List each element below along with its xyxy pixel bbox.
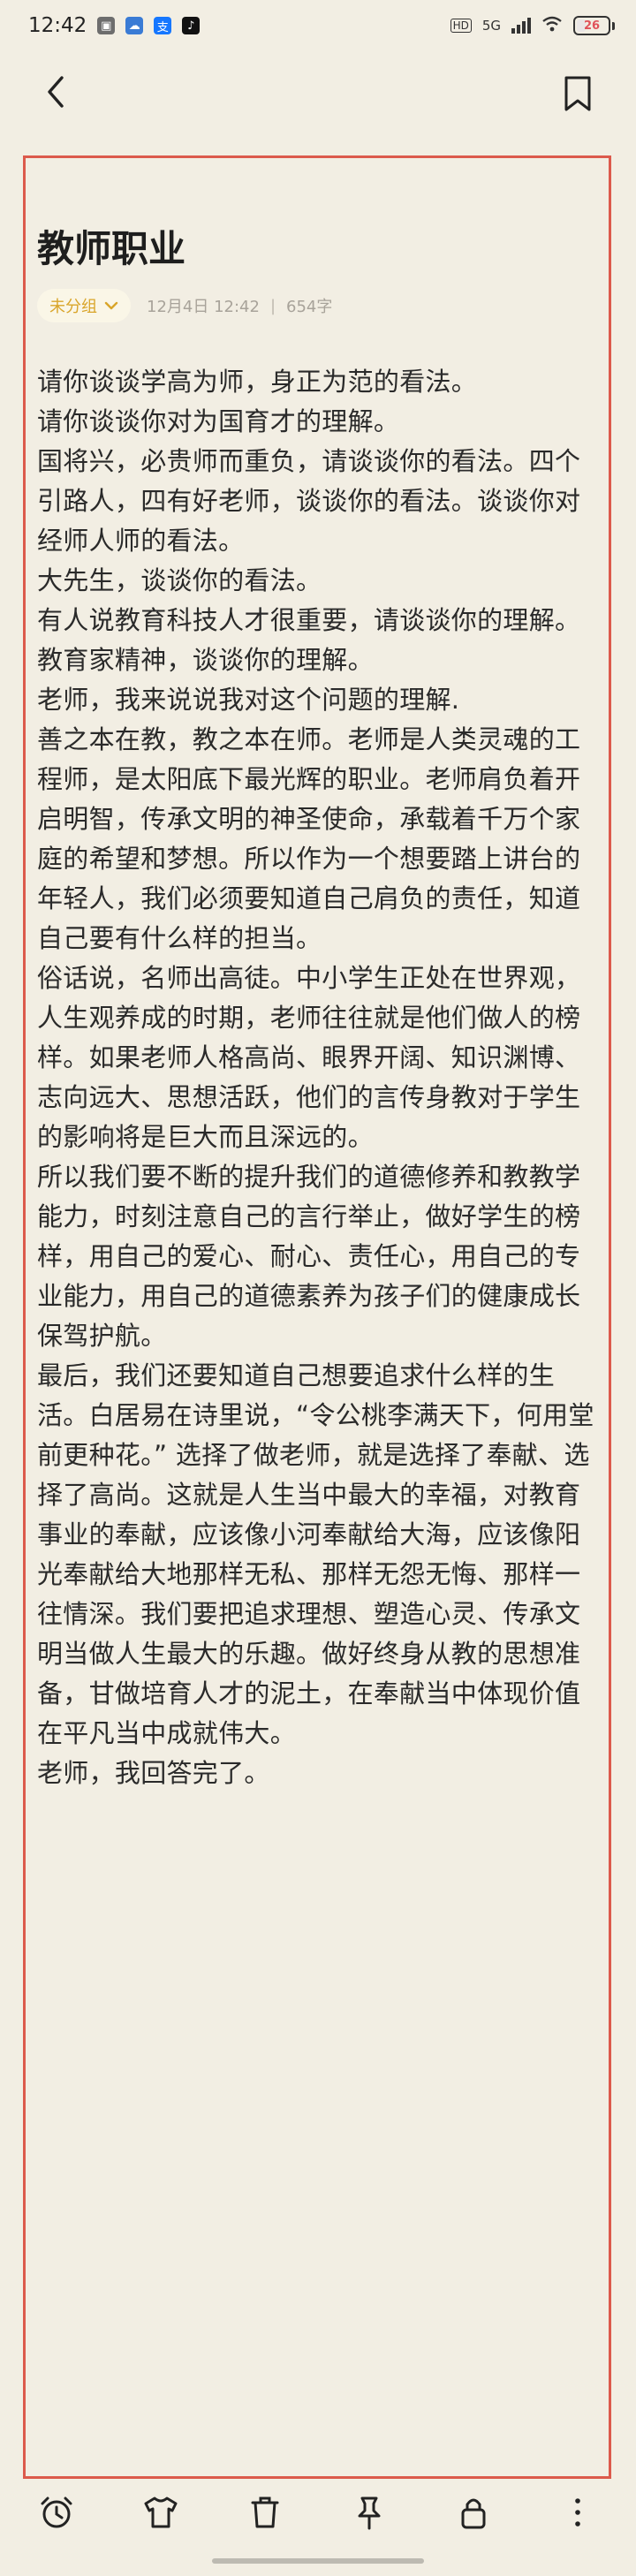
note-paragraph: 教育家精神，谈谈你的理解。 xyxy=(37,645,374,675)
bottom-toolbar xyxy=(0,2482,636,2558)
bookmark-icon xyxy=(564,76,591,111)
delete-button[interactable] xyxy=(244,2491,286,2534)
pin-icon xyxy=(358,2496,381,2530)
status-right: HD 5G 26 xyxy=(450,16,615,36)
note-meta: 未分组 12月4日 12:42 | 654字 xyxy=(37,288,332,323)
alarm-clock-icon xyxy=(41,2496,72,2528)
status-bar: 12:42 ▣ ☁ 支 ♪ HD 5G 26 xyxy=(0,0,636,51)
weather-icon: ☁ xyxy=(125,17,144,34)
theme-button[interactable] xyxy=(140,2491,182,2534)
note-paragraph: 善之本在教，教之本在师。老师是人类灵魂的工程师，是太阳底下最光辉的职业。老师肩负… xyxy=(37,724,581,953)
note-paragraph: 请你谈谈学高为师，身正为范的看法。 xyxy=(37,367,478,397)
home-indicator[interactable] xyxy=(212,2558,424,2564)
reminder-button[interactable] xyxy=(35,2491,78,2534)
status-left: 12:42 ▣ ☁ 支 ♪ xyxy=(28,14,201,37)
notification-icon: ▣ xyxy=(97,17,116,34)
battery-tip xyxy=(612,21,615,30)
category-dropdown[interactable]: 未分组 xyxy=(37,289,131,322)
back-button[interactable] xyxy=(39,74,74,110)
note-paragraph: 有人说教育科技人才很重要，请谈谈你的理解。 xyxy=(37,605,581,635)
tshirt-icon xyxy=(144,2496,178,2528)
note-paragraph: 老师，我回答完了。 xyxy=(37,1758,270,1788)
signal-label: 5G xyxy=(481,18,501,34)
note-paragraph: 请你谈谈你对为国育才的理解。 xyxy=(37,406,400,436)
tiktok-icon: ♪ xyxy=(182,17,201,34)
battery-level: 26 xyxy=(583,19,601,33)
word-count: 654字 xyxy=(286,298,333,316)
nav-bar xyxy=(0,62,636,124)
trash-icon xyxy=(251,2496,279,2528)
more-button[interactable] xyxy=(556,2491,599,2534)
bookmark-button[interactable] xyxy=(560,74,595,113)
meta-separator: | xyxy=(269,296,276,315)
note-title[interactable]: 教师职业 xyxy=(37,224,186,274)
chevron-down-icon xyxy=(104,301,118,310)
note-paragraph: 老师，我来说说我对这个问题的理解. xyxy=(37,685,460,715)
battery-icon: 26 xyxy=(573,16,610,35)
status-time: 12:42 xyxy=(28,14,87,37)
note-paragraph: 国将兴，必贵师而重负，请谈谈你的看法。四个引路人，四有好老师，谈谈你的看法。谈谈… xyxy=(37,446,581,556)
note-paragraph: 所以我们要不断的提升我们的道德修养和教教学能力，时刻注意自己的言行举止，做好学生… xyxy=(37,1162,581,1351)
chevron-left-icon xyxy=(48,76,64,108)
lock-icon xyxy=(461,2498,486,2529)
note-date: 12月4日 12:42 xyxy=(147,298,260,316)
note-body[interactable]: 请你谈谈学高为师，身正为范的看法。 请你谈谈你对为国育才的理解。 国将兴，必贵师… xyxy=(37,362,599,1793)
note-paragraph: 大先生，谈谈你的看法。 xyxy=(37,565,322,595)
more-icon xyxy=(575,2498,580,2527)
alipay-icon: 支 xyxy=(154,17,172,34)
note-paragraph: 俗话说，名师出高徒。中小学生正处在世界观，人生观养成的时期，老师往往就是他们做人… xyxy=(37,963,581,1152)
network-badge: HD xyxy=(450,19,472,33)
pin-button[interactable] xyxy=(348,2491,390,2534)
lock-button[interactable] xyxy=(452,2491,495,2534)
wifi-icon xyxy=(541,16,563,36)
note-paragraph: 最后，我们还要知道自己想要追求什么样的生活。白居易在诗里说，“令公桃李满天下，何… xyxy=(37,1360,594,1748)
signal-icon xyxy=(511,18,531,34)
category-label: 未分组 xyxy=(49,298,97,316)
